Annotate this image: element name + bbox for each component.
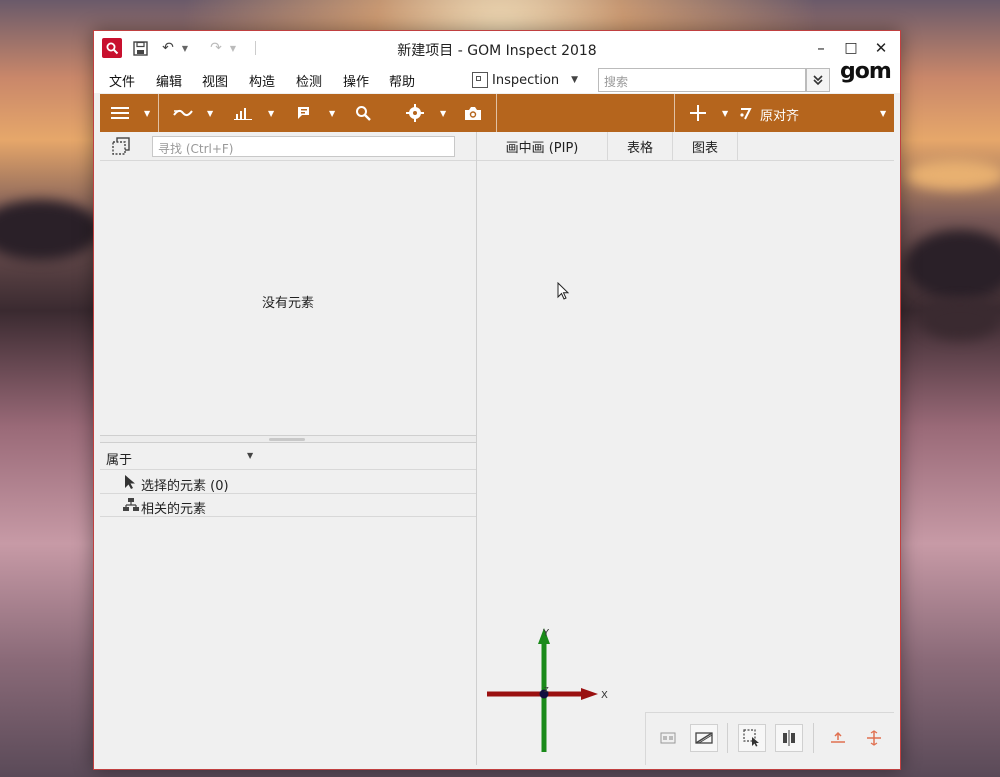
menu-inspect[interactable]: 检测 [296,71,322,90]
workspace-icon [472,72,488,88]
gom-logo: gom [840,59,892,84]
double-chevron-down-icon [813,75,823,86]
background-cloud [0,200,100,260]
toolbar-separator [674,94,675,132]
select-area-icon [743,729,759,747]
search-expand-button[interactable] [806,68,830,92]
app-window: ↶ ▼ ↷ ▼ 新建项目 - GOM Inspect 2018 – □ ✕ 文件… [93,30,901,770]
select-area-button[interactable] [738,724,766,752]
search-input[interactable]: 搜索 [598,68,806,92]
tab-diagram[interactable]: 图表 [673,132,738,161]
background-cloud [920,300,1000,340]
title-bar: ↶ ▼ ↷ ▼ 新建项目 - GOM Inspect 2018 – □ ✕ [94,31,900,65]
align-view-button[interactable] [775,724,803,752]
workspace-label: Inspection [492,72,560,88]
view-tabs: 画中画 (PIP) 表格 图表 [477,132,894,161]
tab-table[interactable]: 表格 [608,132,673,161]
add-button[interactable] [684,94,712,132]
related-elements-item[interactable]: 相关的元素 [100,494,476,517]
add-dropdown-icon[interactable]: ▼ [722,94,728,132]
hamburger-dropdown-icon[interactable]: ▼ [144,94,150,132]
toolbar-separator [158,94,159,132]
explorer-find-input[interactable]: 寻找 (Ctrl+F) [152,136,455,157]
close-button[interactable]: ✕ [868,37,894,59]
toolbar-overflow-dropdown-icon[interactable]: ▼ [880,94,886,132]
align-icon [783,730,795,746]
menu-edit[interactable]: 编辑 [156,71,182,90]
hierarchy-icon [123,498,139,511]
explorer-panel: 寻找 (Ctrl+F) 没有元素 属于 ▼ 选择的元素 (0) 相关的元素 [100,132,477,765]
chevron-down-icon: ▼ [571,75,579,85]
camera-icon[interactable] [458,94,488,132]
curve-dropdown-icon[interactable]: ▼ [207,94,213,132]
workspace-selector[interactable]: Inspection ▼ [472,69,578,91]
coordinate-axes: Y X Z [487,628,608,752]
panel-splitter[interactable] [100,435,476,443]
search-icon[interactable] [348,94,378,132]
menu-help[interactable]: 帮助 [389,71,415,90]
label-dropdown-icon[interactable]: ▼ [329,94,335,132]
main-toolbar: ▼ ▼ ▼ ▼ ▼ ▼ 原对齐 ▼ [100,94,894,132]
hamburger-menu-button[interactable] [106,94,134,132]
splitter-grip[interactable] [269,438,305,441]
hide-icon [695,732,713,744]
chevron-down-icon[interactable]: ▼ [247,451,253,460]
minimize-button[interactable]: – [808,37,834,59]
prealign-label[interactable]: 原对齐 [760,105,799,124]
maximize-button[interactable]: □ [838,37,864,59]
prealign-icon[interactable] [736,94,756,132]
target-dropdown-icon[interactable]: ▼ [440,94,446,132]
toolbar-separator [496,94,497,132]
background-cloud [905,230,1000,300]
menu-file[interactable]: 文件 [109,71,135,90]
hide-elements-button[interactable] [690,724,718,752]
z-axis-label: Z [544,686,549,694]
pip-toggle-button[interactable] [654,724,682,752]
section-split-icon [867,730,881,746]
tools-separator [727,723,728,753]
related-elements-label: 相关的元素 [141,502,207,517]
chart-dropdown-icon[interactable]: ▼ [268,94,274,132]
label-tool-button[interactable] [288,94,318,132]
belong-to-label: 属于 [106,453,133,468]
menu-operate[interactable]: 操作 [343,71,369,90]
select-elements-icon[interactable] [112,137,130,155]
menu-construct[interactable]: 构造 [249,71,275,90]
tab-pip[interactable]: 画中画 (PIP) [477,132,608,161]
chart-tool-button[interactable] [228,94,258,132]
x-axis-label: X [601,690,608,701]
tools-separator [813,723,814,753]
y-axis-label: Y [542,628,550,639]
explorer-empty-message: 没有元素 [261,296,314,311]
menu-view[interactable]: 视图 [202,71,228,90]
selected-elements-item[interactable]: 选择的元素 (0) [100,471,476,494]
pip-icon [660,732,676,744]
curve-tool-button[interactable] [168,94,198,132]
view-tools [645,712,894,765]
window-title: 新建项目 - GOM Inspect 2018 [397,43,597,59]
background-cloud [905,160,1000,190]
section-split-button[interactable] [860,724,888,752]
belong-to-selector[interactable]: 属于 ▼ [100,444,476,470]
mouse-cursor-icon [557,282,570,300]
viewport-panel[interactable]: 画中画 (PIP) 表格 图表 Y X Z [477,132,894,765]
section-up-button[interactable] [824,724,852,752]
explorer-find-row: 寻找 (Ctrl+F) [100,132,476,161]
selected-elements-label: 选择的元素 (0) [141,479,229,494]
target-tool-button[interactable] [400,94,430,132]
section-up-icon [831,731,845,743]
x-axis-arrow [581,688,598,700]
cursor-arrow-icon [125,475,135,489]
menu-bar: 文件 编辑 视图 构造 检测 操作 帮助 Inspection ▼ 搜索 [94,65,900,93]
